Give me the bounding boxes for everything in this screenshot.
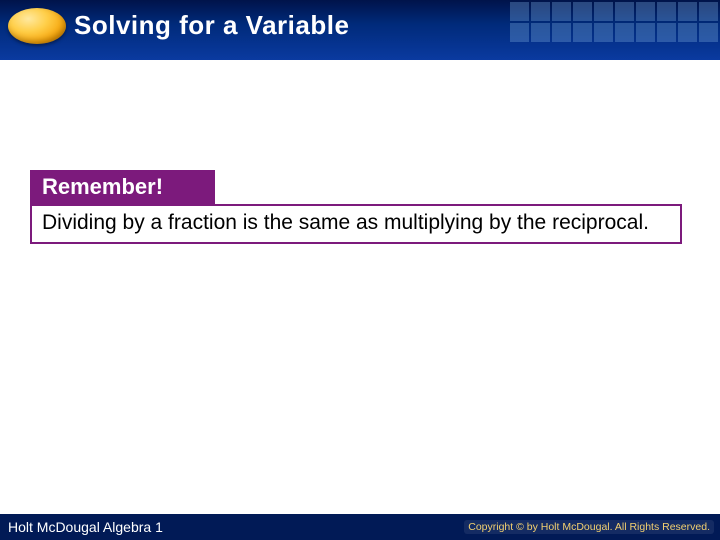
slide-header: Solving for a Variable <box>0 0 720 60</box>
header-grid-decoration <box>510 0 720 44</box>
copyright-text: Copyright © by Holt McDougal. All Rights… <box>464 520 714 534</box>
footer-left-text: Holt McDougal Algebra 1 <box>8 519 163 535</box>
callout-label: Remember! <box>30 170 215 204</box>
footer-right-text: Copyright © by Holt McDougal. All Rights… <box>464 520 714 534</box>
callout-box: Remember! Dividing by a fraction is the … <box>30 170 682 244</box>
header-lozenge-icon <box>8 8 66 44</box>
slide-footer: Holt McDougal Algebra 1 Copyright © by H… <box>0 514 720 540</box>
page-title: Solving for a Variable <box>74 10 349 41</box>
callout-body: Dividing by a fraction is the same as mu… <box>30 204 682 244</box>
